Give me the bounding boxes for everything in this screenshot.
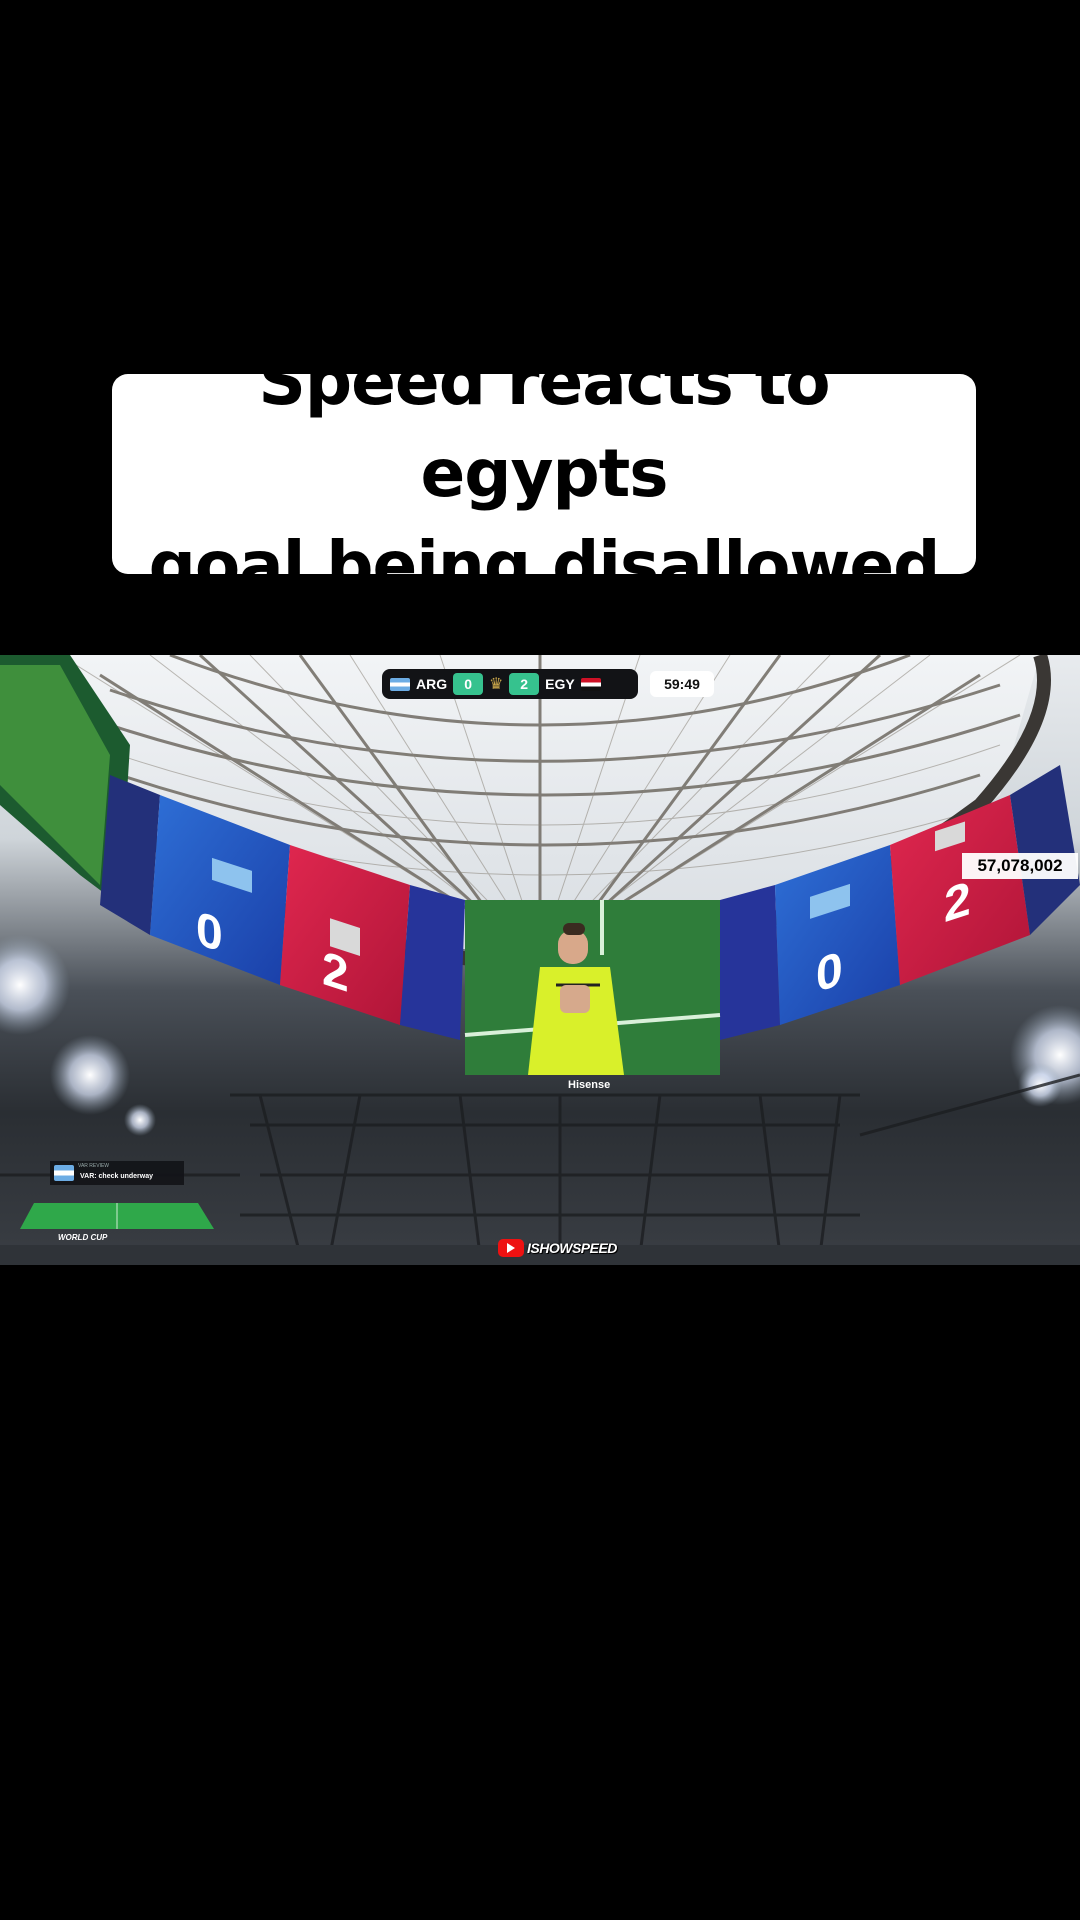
jumbotron-left-away-score: 2 bbox=[322, 941, 349, 1004]
match-clock: 59:49 bbox=[650, 671, 714, 697]
caption-box: Speed reacts to egypts goal being disall… bbox=[112, 343, 976, 604]
video-player[interactable]: 0 2 0 2 Hisense ARG 0 ♛ 2 EGY 59:49 57,0… bbox=[0, 655, 1080, 1265]
jumbotron-right-home-score: 0 bbox=[816, 941, 843, 1004]
live-chat-overlay bbox=[930, 655, 1080, 845]
caption-line-1: Speed reacts to egypts bbox=[258, 343, 830, 512]
youtube-icon bbox=[498, 1239, 524, 1257]
caption-text: Speed reacts to egypts goal being disall… bbox=[132, 336, 956, 612]
argentina-flag-icon bbox=[390, 677, 410, 691]
caption-line-2: goal being disallowed bbox=[148, 527, 941, 604]
chat-message bbox=[930, 655, 1080, 663]
home-score: 0 bbox=[453, 673, 484, 695]
stream-logo-text: ISHOWSPEED bbox=[527, 1240, 617, 1256]
stream-logo: ISHOWSPEED bbox=[498, 1237, 632, 1259]
jumbotron-right-away-score: 2 bbox=[944, 871, 971, 934]
var-review-panel: VAR REVIEW VAR: check underway bbox=[50, 1161, 184, 1185]
var-panel-title: VAR REVIEW bbox=[78, 1163, 110, 1169]
home-team: ARG bbox=[416, 676, 448, 692]
away-score: 2 bbox=[509, 673, 540, 695]
away-team: EGY bbox=[545, 676, 575, 692]
egypt-flag-icon bbox=[580, 677, 601, 691]
viewer-count: 57,078,002 bbox=[962, 853, 1078, 879]
jumbotron-sponsor: Hisense bbox=[568, 1079, 611, 1091]
argentina-flag-icon bbox=[54, 1165, 74, 1181]
var-panel-message: VAR: check underway bbox=[80, 1172, 154, 1180]
world-cup-label: WORLD CUP bbox=[58, 1233, 108, 1242]
trophy-icon: ♛ bbox=[488, 676, 504, 693]
jumbotron-left-home-score: 0 bbox=[196, 901, 223, 964]
scoreboard: ARG 0 ♛ 2 EGY bbox=[382, 669, 638, 699]
